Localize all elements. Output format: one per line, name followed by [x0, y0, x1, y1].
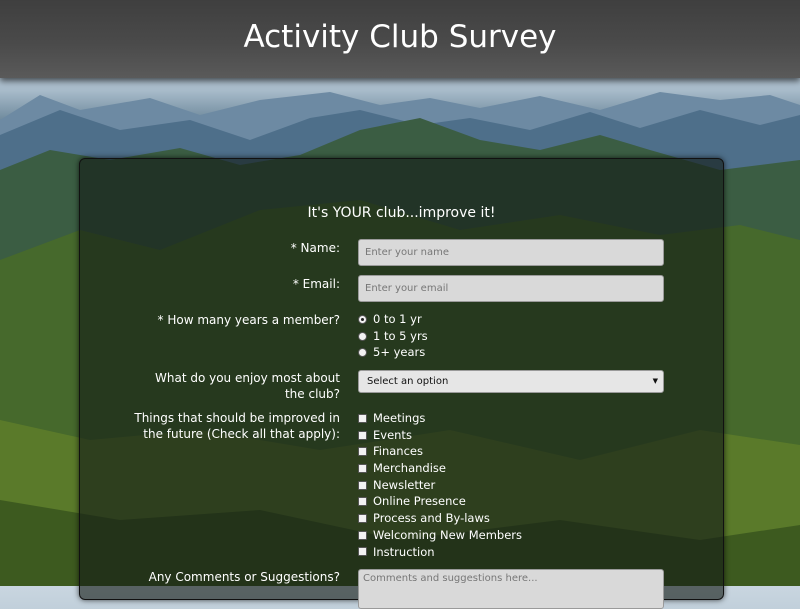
enjoy-label: What do you enjoy most about the club? — [155, 371, 340, 401]
checkbox[interactable] — [358, 547, 367, 557]
checkbox-label: Online Presence — [373, 494, 466, 509]
checkbox-label: Instruction — [373, 544, 435, 559]
form-tagline: It's YOUR club...improve it! — [307, 205, 496, 221]
checkbox-label: Newsletter — [373, 477, 436, 492]
checkbox-label: Merchandise — [373, 461, 446, 476]
checkbox-label: Finances — [373, 444, 423, 459]
checkbox[interactable] — [358, 447, 367, 457]
checkbox[interactable] — [358, 480, 367, 490]
name-input[interactable] — [358, 239, 664, 266]
checkbox-option[interactable]: Meetings — [358, 410, 522, 427]
radio-label: 1 to 5 yrs — [373, 328, 428, 343]
checkbox-label: Welcoming New Members — [373, 527, 523, 542]
checkbox[interactable] — [358, 513, 367, 523]
checkbox-option[interactable]: Process and By-laws — [358, 510, 522, 527]
checkbox-option[interactable]: Finances — [358, 443, 522, 460]
checkbox-option[interactable]: Newsletter — [358, 477, 522, 494]
triangle-down-icon: ▼ — [652, 377, 658, 385]
checkbox[interactable] — [358, 413, 367, 423]
checkbox-option[interactable]: Welcoming New Members — [358, 527, 522, 544]
checkbox-option[interactable]: Instruction — [358, 544, 522, 561]
radio-label: 0 to 1 yr — [373, 312, 422, 326]
radio-option[interactable]: 0 to 1 yr — [358, 311, 428, 328]
name-label: * Name: — [290, 241, 340, 255]
comments-label: Any Comments or Suggestions? — [148, 570, 340, 584]
enjoy-select[interactable]: Select an option ▼ — [358, 370, 664, 393]
radio-label: 5+ years — [373, 345, 426, 360]
improve-checkbox-group: Meetings Events Finances Merchandise New… — [358, 410, 522, 560]
radio-option[interactable]: 1 to 5 yrs — [358, 328, 428, 345]
checkbox[interactable] — [358, 497, 367, 507]
page-header: Activity Club Survey — [0, 0, 800, 78]
survey-form-panel: It's YOUR club...improve it! * Name: * E… — [79, 158, 724, 609]
checkbox[interactable] — [358, 463, 367, 473]
checkbox[interactable] — [358, 430, 367, 440]
checkbox-label: Meetings — [373, 411, 426, 425]
radio-option[interactable]: 5+ years — [358, 344, 428, 361]
email-label: * Email: — [292, 277, 340, 291]
radio-button[interactable] — [358, 331, 367, 341]
years-radio-group: 0 to 1 yr 1 to 5 yrs 5+ years — [358, 311, 428, 361]
improve-label: Things that should be improved in the fu… — [134, 411, 340, 441]
checkbox-option[interactable]: Online Presence — [358, 493, 522, 510]
comments-textarea[interactable] — [358, 569, 664, 609]
email-input[interactable] — [358, 275, 664, 302]
checkbox-label: Process and By-laws — [373, 511, 490, 526]
checkbox-option[interactable]: Events — [358, 427, 522, 444]
checkbox-label: Events — [373, 427, 412, 442]
page-title: Activity Club Survey — [243, 19, 557, 55]
radio-button[interactable] — [358, 314, 367, 324]
checkbox[interactable] — [358, 530, 367, 540]
radio-button[interactable] — [358, 348, 367, 358]
select-value: Select an option — [367, 376, 449, 387]
checkbox-option[interactable]: Merchandise — [358, 460, 522, 477]
years-label: * How many years a member? — [157, 313, 340, 327]
